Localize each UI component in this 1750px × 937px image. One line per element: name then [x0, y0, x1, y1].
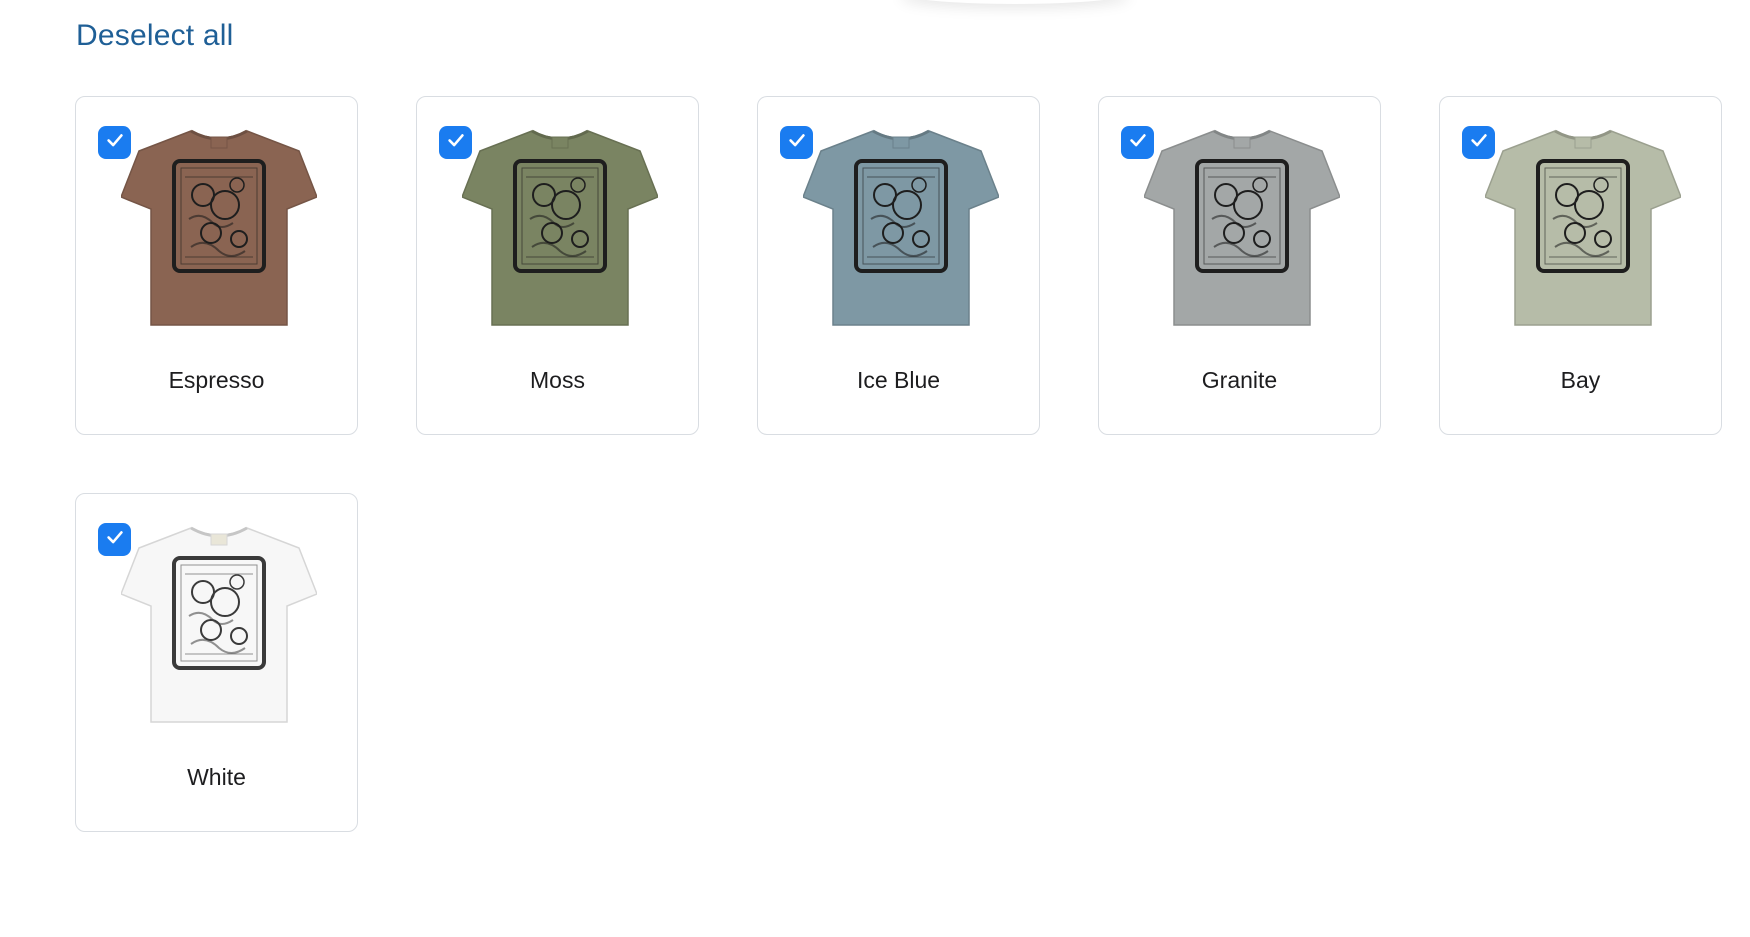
variant-label: White [187, 764, 246, 790]
variant-card[interactable]: White [75, 493, 358, 832]
variant-card[interactable]: Moss [416, 96, 699, 435]
variant-label: Granite [1201, 367, 1278, 393]
variant-label: Espresso [168, 367, 265, 393]
tshirt-image [120, 127, 318, 327]
top-shadow [900, 0, 1130, 4]
tshirt-image [461, 127, 659, 327]
variant-card[interactable]: Granite [1098, 96, 1381, 435]
tshirt-image [1484, 127, 1682, 327]
variant-label: Bay [1560, 367, 1601, 393]
variant-grid: Espresso Moss Ice Blue Granite Bay White [75, 96, 1722, 832]
variant-card[interactable]: Ice Blue [757, 96, 1040, 435]
variant-card[interactable]: Bay [1439, 96, 1722, 435]
variant-label: Moss [530, 367, 585, 393]
variant-card[interactable]: Espresso [75, 96, 358, 435]
tshirt-image [1143, 127, 1341, 327]
variant-label: Ice Blue [856, 367, 941, 393]
deselect-all-link[interactable]: Deselect all [76, 19, 233, 53]
tshirt-image [802, 127, 1000, 327]
tshirt-image [120, 524, 318, 724]
